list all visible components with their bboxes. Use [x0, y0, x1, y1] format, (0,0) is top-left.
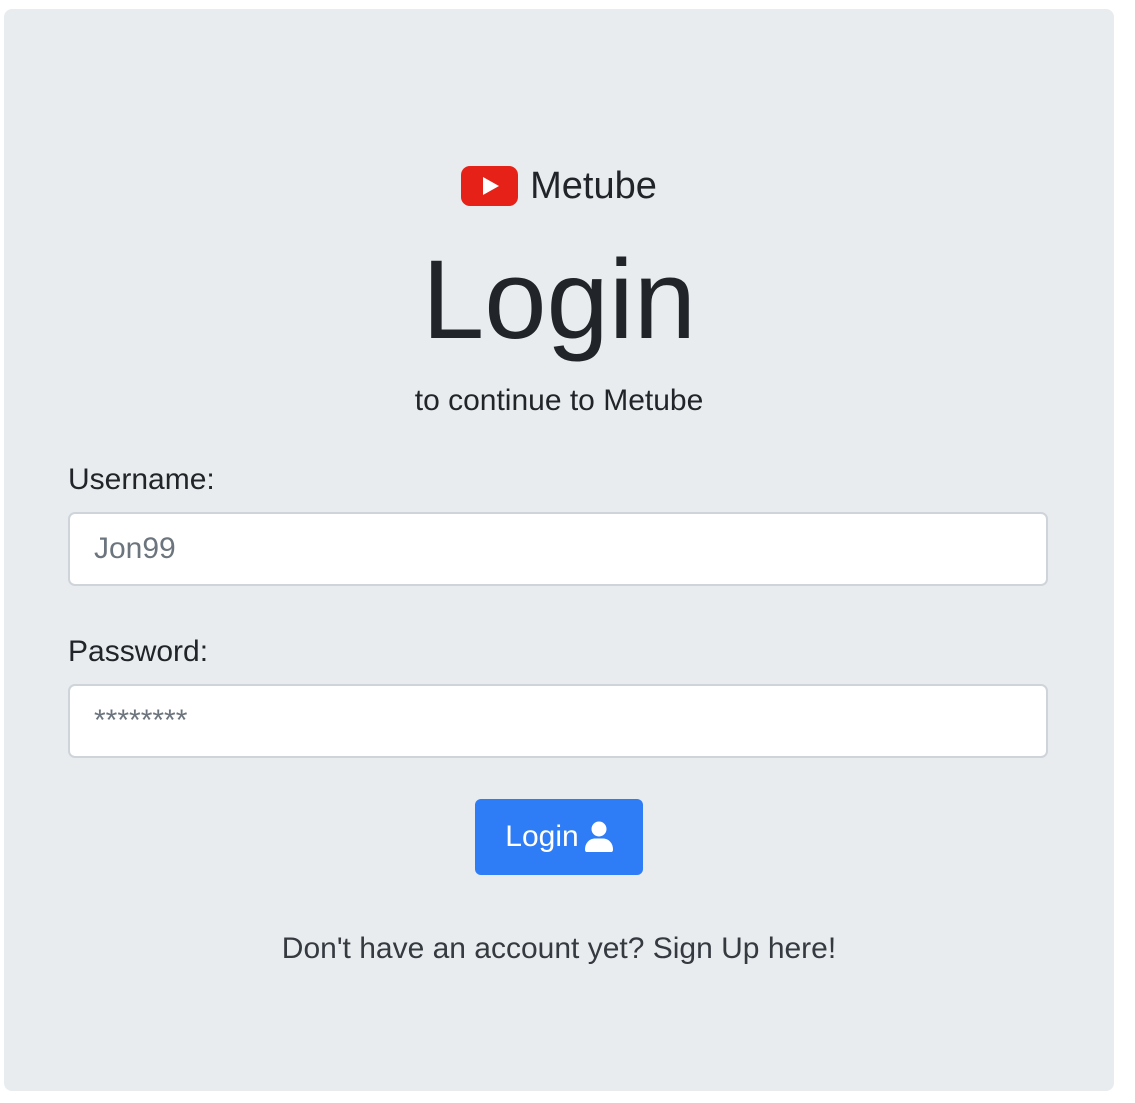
youtube-play-icon: [461, 166, 519, 206]
user-icon: [584, 821, 613, 852]
login-button[interactable]: Login: [475, 799, 643, 875]
page-title: Login: [421, 237, 697, 362]
password-input[interactable]: [68, 684, 1048, 758]
brand-name: Metube: [530, 165, 657, 207]
brand: Metube: [4, 163, 1114, 209]
page-subtitle: to continue to Metube: [414, 384, 704, 417]
password-label: Password:: [68, 635, 209, 668]
username-label: Username:: [68, 463, 215, 496]
signup-link[interactable]: Don't have an account yet? Sign Up here!: [4, 929, 1114, 969]
username-input[interactable]: [68, 512, 1048, 586]
login-button-label: Login: [505, 820, 579, 853]
login-card: Metube Login to continue to Metube Usern…: [4, 9, 1114, 1091]
